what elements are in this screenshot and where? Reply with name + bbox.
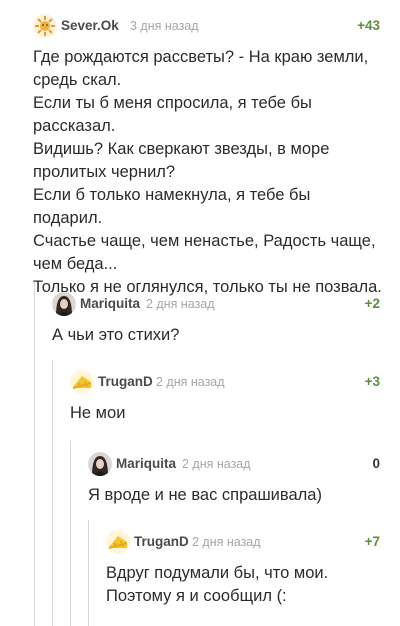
woman-avatar[interactable] bbox=[88, 452, 112, 476]
comment-text: Вдруг подумали бы, что мои. Поэтому я и … bbox=[106, 564, 329, 605]
cheese-avatar[interactable] bbox=[70, 370, 94, 394]
comment-text: Я вроде и не вас спрашивала) bbox=[88, 486, 322, 504]
comment-text: Где рождаются рассветы? - На краю земли,… bbox=[33, 48, 382, 296]
comment-header: Mariquita 2 дня назад 0 bbox=[88, 452, 380, 476]
author-name[interactable]: TruganD bbox=[98, 374, 153, 389]
comment-header: TruganD 2 дня назад +7 bbox=[106, 530, 380, 554]
comment-time: 2 дня назад bbox=[146, 297, 215, 311]
comment-rating: +3 bbox=[364, 374, 380, 389]
author-name[interactable]: Mariquita bbox=[116, 456, 176, 471]
comment: Mariquita 2 дня назад +2 А чьи это стихи… bbox=[52, 292, 380, 347]
comment-rating: 0 bbox=[372, 456, 380, 471]
comment-header: Sever.Ok 3 дня назад +43 bbox=[33, 14, 380, 38]
comment-time: 3 дня назад bbox=[130, 19, 199, 33]
comment-time: 2 дня назад bbox=[156, 375, 225, 389]
sun-avatar[interactable] bbox=[33, 14, 57, 38]
author-name[interactable]: TruganD bbox=[134, 534, 189, 549]
woman-avatar[interactable] bbox=[52, 292, 76, 316]
thread-line-level-3 bbox=[70, 441, 71, 626]
comment-time: 2 дня назад bbox=[192, 535, 261, 549]
comment: TruganD 2 дня назад +3 Не мои bbox=[70, 370, 380, 425]
comment: TruganD 2 дня назад +7 Вдруг подумали бы… bbox=[106, 530, 380, 608]
comment-text: Не мои bbox=[70, 404, 126, 422]
thread-line-level-1 bbox=[34, 282, 35, 626]
comment-header: TruganD 2 дня назад +3 bbox=[70, 370, 380, 394]
author-name[interactable]: Mariquita bbox=[80, 296, 140, 311]
comment-header: Mariquita 2 дня назад +2 bbox=[52, 292, 380, 316]
author-name[interactable]: Sever.Ok bbox=[61, 18, 119, 33]
comment-text: А чьи это стихи? bbox=[52, 326, 180, 344]
comment: Mariquita 2 дня назад 0 Я вроде и не вас… bbox=[88, 452, 380, 507]
comment: Sever.Ok 3 дня назад +43 Где рождаются р… bbox=[33, 14, 382, 299]
comment-rating: +43 bbox=[357, 18, 380, 33]
comment-rating: +7 bbox=[364, 534, 380, 549]
cheese-avatar[interactable] bbox=[106, 530, 130, 554]
comment-rating: +2 bbox=[364, 296, 380, 311]
comment-time: 2 дня назад bbox=[182, 457, 251, 471]
thread-line-level-2 bbox=[52, 360, 53, 626]
thread-line-level-4 bbox=[88, 520, 89, 626]
